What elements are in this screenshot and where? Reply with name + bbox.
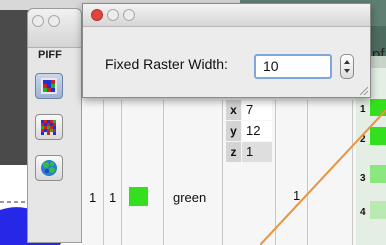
dialog-zoom-button[interactable] [123,9,135,21]
connection-line [260,110,386,245]
piff-palette-window: PIFF [27,8,82,243]
fixed-raster-width-input[interactable]: 10 [254,54,332,79]
dialog-minimize-button[interactable] [107,9,119,21]
globe-pattern-icon [41,160,57,176]
palette-minimize-button[interactable] [48,15,60,27]
tool-grid-red[interactable] [35,114,63,140]
stepper-down-icon[interactable] [344,69,350,73]
resize-grip-icon[interactable] [358,85,368,95]
fixed-raster-width-stepper[interactable] [340,54,354,79]
tool-grid-blue[interactable] [35,73,63,99]
fixed-raster-width-dialog: Fixed Raster Width: 10 [82,3,371,98]
axis-label-y: y [226,121,241,141]
row-cell-1: 1 [89,190,97,205]
axis-label-x: x [226,100,241,120]
palette-close-button[interactable] [32,15,44,27]
palette-title: PIFF [38,49,62,61]
row-cell-2: 1 [109,190,117,205]
dialog-close-button[interactable] [91,9,103,21]
tool-globe[interactable] [35,155,63,181]
fixed-raster-width-label: Fixed Raster Width: [105,56,228,72]
grid-raster-red-icon [41,120,56,135]
grid-raster-blue-icon [41,78,57,94]
color-swatch-green[interactable] [129,187,148,206]
axis-label-z: z [226,142,241,162]
row-cell-name: green [173,190,207,205]
stepper-up-icon[interactable] [344,60,350,64]
